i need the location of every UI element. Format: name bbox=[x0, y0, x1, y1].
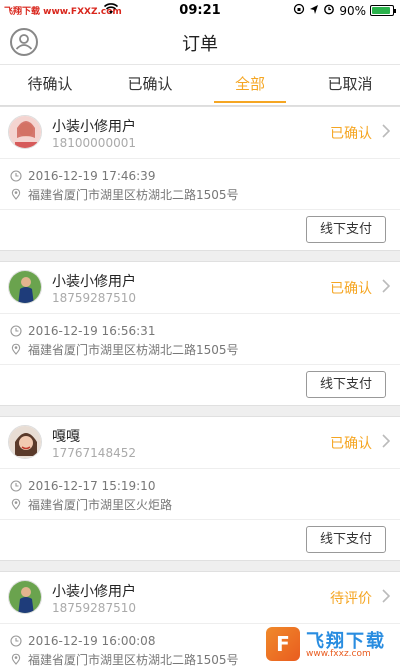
tab-pending[interactable]: 待确认 bbox=[0, 65, 100, 105]
order-card[interactable]: 小装小修用户 18759287510 已确认 2016-12-19 16:56:… bbox=[0, 261, 400, 406]
status-badge: 已确认 bbox=[330, 281, 372, 297]
page-title: 订单 bbox=[182, 34, 218, 55]
order-address: 福建省厦门市湖里区枋湖北二路1505号 bbox=[28, 652, 239, 667]
tab-label: 已确认 bbox=[127, 75, 173, 93]
order-address: 福建省厦门市湖里区枋湖北二路1505号 bbox=[28, 187, 239, 202]
customer-name: 小装小修用户 bbox=[52, 584, 136, 600]
customer-phone: 17767148452 bbox=[52, 446, 136, 460]
user-circle-icon[interactable] bbox=[10, 28, 38, 56]
order-actions: 线下支付 bbox=[0, 210, 400, 250]
order-details: 2016-12-17 15:19:10 福建省厦门市湖里区火炬路 bbox=[0, 469, 400, 520]
clock-icon bbox=[10, 170, 22, 182]
customer-phone: 18759287510 bbox=[52, 291, 136, 305]
order-card[interactable]: 嘎嘎 17767148452 已确认 2016-12-17 15:19:10 福… bbox=[0, 416, 400, 561]
tab-cancelled[interactable]: 已取消 bbox=[300, 65, 400, 105]
chevron-right-icon[interactable] bbox=[382, 588, 391, 607]
order-details: 2016-12-19 16:56:31 福建省厦门市湖里区枋湖北二路1505号 bbox=[0, 314, 400, 365]
avatar bbox=[8, 270, 42, 304]
order-actions: 线下支付 bbox=[0, 365, 400, 405]
battery-icon bbox=[370, 5, 396, 16]
customer-phone: 18100000001 bbox=[52, 136, 136, 150]
rotation-lock-icon bbox=[293, 3, 305, 18]
avatar bbox=[8, 115, 42, 149]
order-card-header[interactable]: 小装小修用户 18100000001 已确认 bbox=[0, 107, 400, 159]
customer-phone: 18759287510 bbox=[52, 601, 136, 615]
tab-label: 已取消 bbox=[327, 75, 373, 93]
tab-label: 全部 bbox=[234, 75, 265, 93]
tab-all[interactable]: 全部 bbox=[200, 65, 300, 105]
avatar bbox=[8, 580, 42, 614]
chevron-right-icon[interactable] bbox=[382, 278, 391, 297]
offline-pay-button[interactable]: 线下支付 bbox=[306, 526, 386, 553]
avatar bbox=[8, 425, 42, 459]
order-card-header[interactable]: 小装小修用户 18759287510 已确认 bbox=[0, 262, 400, 314]
clock-icon bbox=[10, 480, 22, 492]
order-card-header[interactable]: 嘎嘎 17767148452 已确认 bbox=[0, 417, 400, 469]
watermark-url: www.fxxz.com bbox=[306, 649, 371, 659]
order-card-header[interactable]: 小装小修用户 18759287510 待评价 bbox=[0, 572, 400, 624]
status-bar: 飞翔下载 www.FXXZ.com 09:21 90% bbox=[0, 0, 400, 22]
alarm-icon bbox=[323, 3, 335, 18]
location-pin-icon bbox=[11, 188, 21, 200]
location-icon bbox=[309, 4, 319, 18]
order-time: 2016-12-19 17:46:39 bbox=[28, 169, 156, 183]
customer-name: 小装小修用户 bbox=[52, 119, 136, 135]
chevron-right-icon[interactable] bbox=[382, 433, 391, 452]
clock-icon bbox=[10, 635, 22, 647]
offline-pay-button[interactable]: 线下支付 bbox=[306, 371, 386, 398]
order-address: 福建省厦门市湖里区火炬路 bbox=[28, 497, 173, 512]
order-card[interactable]: 小装小修用户 18100000001 已确认 2016-12-19 17:46:… bbox=[0, 106, 400, 251]
order-time: 2016-12-17 15:19:10 bbox=[28, 479, 156, 493]
status-badge: 已确认 bbox=[330, 126, 372, 142]
order-time: 2016-12-19 16:56:31 bbox=[28, 324, 156, 338]
order-address: 福建省厦门市湖里区枋湖北二路1505号 bbox=[28, 342, 239, 357]
tab-label: 待确认 bbox=[27, 75, 73, 93]
location-pin-icon bbox=[11, 343, 21, 355]
customer-name: 嘎嘎 bbox=[52, 429, 80, 445]
location-pin-icon bbox=[11, 498, 21, 510]
status-badge: 待评价 bbox=[330, 591, 372, 607]
tab-confirmed[interactable]: 已确认 bbox=[100, 65, 200, 105]
order-list: 小装小修用户 18100000001 已确认 2016-12-19 17:46:… bbox=[0, 106, 400, 667]
location-pin-icon bbox=[11, 653, 21, 665]
status-badge: 已确认 bbox=[330, 436, 372, 452]
clock-icon bbox=[10, 325, 22, 337]
chevron-right-icon[interactable] bbox=[382, 123, 391, 142]
navigation-bar: 订单 bbox=[0, 22, 400, 64]
watermark-logo-icon: F bbox=[266, 627, 300, 661]
order-details: 2016-12-19 17:46:39 福建省厦门市湖里区枋湖北二路1505号 bbox=[0, 159, 400, 210]
offline-pay-button[interactable]: 线下支付 bbox=[306, 216, 386, 243]
battery-percent: 90% bbox=[339, 3, 366, 18]
site-watermark: F 飞翔下载 www.fxxz.com bbox=[266, 625, 396, 665]
order-tabs: 待确认 已确认 全部 已取消 bbox=[0, 64, 400, 106]
order-actions: 线下支付 bbox=[0, 520, 400, 560]
order-time: 2016-12-19 16:00:08 bbox=[28, 634, 156, 648]
customer-name: 小装小修用户 bbox=[52, 274, 136, 290]
